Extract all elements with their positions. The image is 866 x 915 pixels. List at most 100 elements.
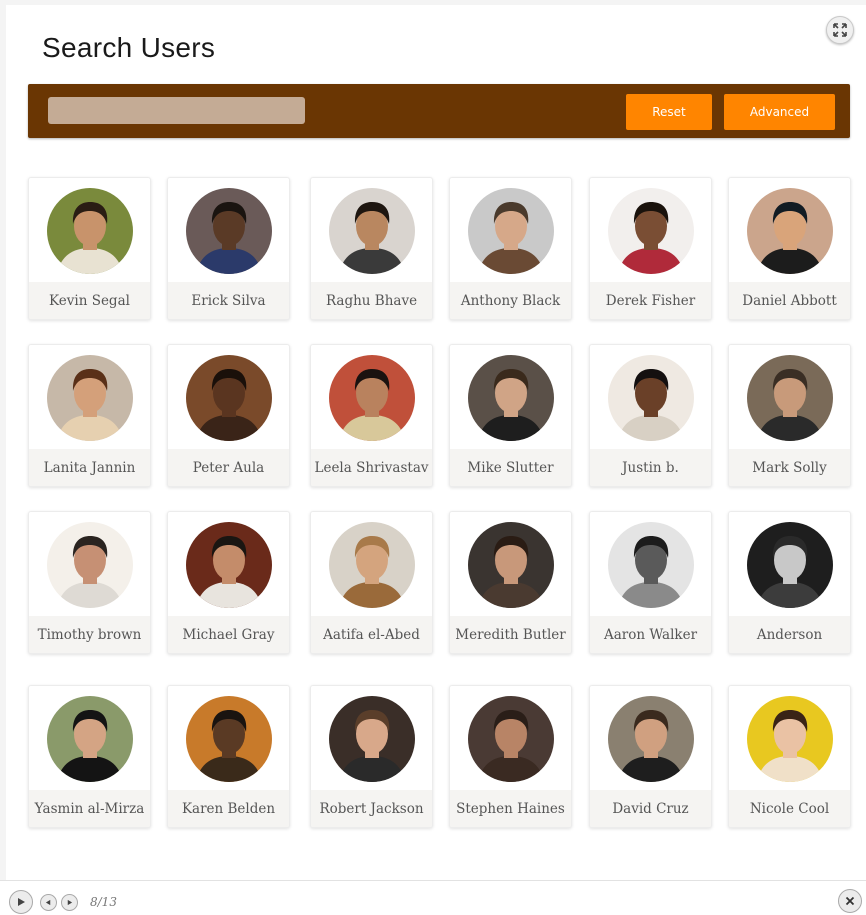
user-name: Yasmin al-Mirza (34, 800, 145, 817)
next-button[interactable] (61, 894, 78, 911)
next-icon (67, 899, 73, 906)
user-card[interactable]: Erick Silva (167, 177, 290, 320)
user-card[interactable]: Robert Jackson (310, 685, 433, 828)
user-card[interactable]: Karen Belden (167, 685, 290, 828)
user-name: Kevin Segal (49, 292, 130, 309)
user-card[interactable]: Derek Fisher (589, 177, 712, 320)
search-input[interactable] (48, 97, 305, 124)
user-card[interactable]: Michael Gray (167, 511, 290, 654)
avatar-portrait-icon (185, 355, 272, 441)
previous-icon (45, 899, 51, 906)
previous-button[interactable] (40, 894, 57, 911)
user-avatar (467, 188, 554, 274)
user-name: Lanita Jannin (43, 459, 136, 476)
user-card[interactable]: Timothy brown (28, 511, 151, 654)
close-button[interactable] (838, 889, 862, 913)
user-card[interactable]: Leela Shrivastav (310, 344, 433, 487)
user-card[interactable]: David Cruz (589, 685, 712, 828)
user-name-band: Derek Fisher (590, 282, 711, 319)
user-card[interactable]: Daniel Abbott (728, 177, 851, 320)
advanced-button[interactable]: Advanced (724, 94, 835, 130)
user-name-band: Peter Aula (168, 449, 289, 486)
user-card[interactable]: Aaron Walker (589, 511, 712, 654)
avatar-portrait-icon (46, 696, 133, 782)
avatar-portrait-icon (607, 696, 694, 782)
user-avatar (185, 355, 272, 441)
avatar-portrait-icon (607, 355, 694, 441)
user-name: Daniel Abbott (742, 292, 837, 309)
user-card[interactable]: Stephen Haines (449, 685, 572, 828)
reset-button[interactable]: Reset (626, 94, 712, 130)
user-name: Stephen Haines (456, 800, 565, 817)
user-name: Derek Fisher (605, 292, 696, 309)
user-avatar (185, 696, 272, 782)
user-card[interactable]: Anderson (728, 511, 851, 654)
user-avatar (46, 188, 133, 274)
user-card[interactable]: Kevin Segal (28, 177, 151, 320)
user-card[interactable]: Peter Aula (167, 344, 290, 487)
user-avatar (46, 355, 133, 441)
user-avatar (185, 522, 272, 608)
user-card[interactable]: Lanita Jannin (28, 344, 151, 487)
avatar-portrait-icon (467, 188, 554, 274)
user-name-band: Leela Shrivastav (311, 449, 432, 486)
user-name: Raghu Bhave (325, 292, 418, 309)
user-name: Anthony Black (460, 292, 561, 309)
user-card[interactable]: Justin b. (589, 344, 712, 487)
user-name-band: Kevin Segal (29, 282, 150, 319)
user-avatar (607, 188, 694, 274)
fullscreen-button[interactable] (826, 16, 854, 44)
user-name-band: Timothy brown (29, 616, 150, 653)
user-card[interactable]: Meredith Butler (449, 511, 572, 654)
avatar-portrait-icon (746, 522, 833, 608)
user-name: Nicole Cool (749, 800, 830, 817)
user-card[interactable]: Yasmin al-Mirza (28, 685, 151, 828)
avatar-portrait-icon (328, 188, 415, 274)
avatar-portrait-icon (467, 522, 554, 608)
user-name-band: Stephen Haines (450, 790, 571, 827)
user-name-band: Meredith Butler (450, 616, 571, 653)
expand-icon (833, 23, 847, 37)
user-name-band: Justin b. (590, 449, 711, 486)
user-card[interactable]: Mark Solly (728, 344, 851, 487)
user-name: Peter Aula (192, 459, 265, 476)
user-name: Timothy brown (37, 626, 142, 643)
user-name: Meredith Butler (455, 626, 566, 643)
user-card[interactable]: Mike Slutter (449, 344, 572, 487)
avatar-portrait-icon (328, 522, 415, 608)
user-avatar (467, 355, 554, 441)
avatar-portrait-icon (328, 696, 415, 782)
user-avatar (467, 696, 554, 782)
slideshow-controls: 8/13 (0, 880, 866, 915)
user-avatar (185, 188, 272, 274)
avatar-portrait-icon (746, 696, 833, 782)
play-button[interactable] (9, 890, 33, 914)
play-icon (18, 898, 25, 906)
user-avatar (467, 522, 554, 608)
page-counter: 8/13 (90, 895, 117, 909)
user-avatar (607, 355, 694, 441)
avatar-portrait-icon (185, 522, 272, 608)
avatar-portrait-icon (467, 696, 554, 782)
user-name: Mark Solly (752, 459, 827, 476)
user-avatar (46, 522, 133, 608)
user-name: Aaron Walker (603, 626, 698, 643)
user-name-band: David Cruz (590, 790, 711, 827)
user-card[interactable]: Anthony Black (449, 177, 572, 320)
frame-top-border (0, 0, 866, 5)
avatar-portrait-icon (46, 188, 133, 274)
user-card[interactable]: Aatifa el-Abed (310, 511, 433, 654)
user-card[interactable]: Raghu Bhave (310, 177, 433, 320)
user-card[interactable]: Nicole Cool (728, 685, 851, 828)
avatar-portrait-icon (607, 188, 694, 274)
avatar-portrait-icon (185, 188, 272, 274)
user-name-band: Aatifa el-Abed (311, 616, 432, 653)
search-toolbar: Reset Advanced (28, 84, 850, 138)
user-avatar (746, 188, 833, 274)
avatar-portrait-icon (185, 696, 272, 782)
user-name-band: Robert Jackson (311, 790, 432, 827)
user-avatar (746, 696, 833, 782)
user-name-band: Lanita Jannin (29, 449, 150, 486)
user-avatar (328, 522, 415, 608)
user-avatar (328, 355, 415, 441)
